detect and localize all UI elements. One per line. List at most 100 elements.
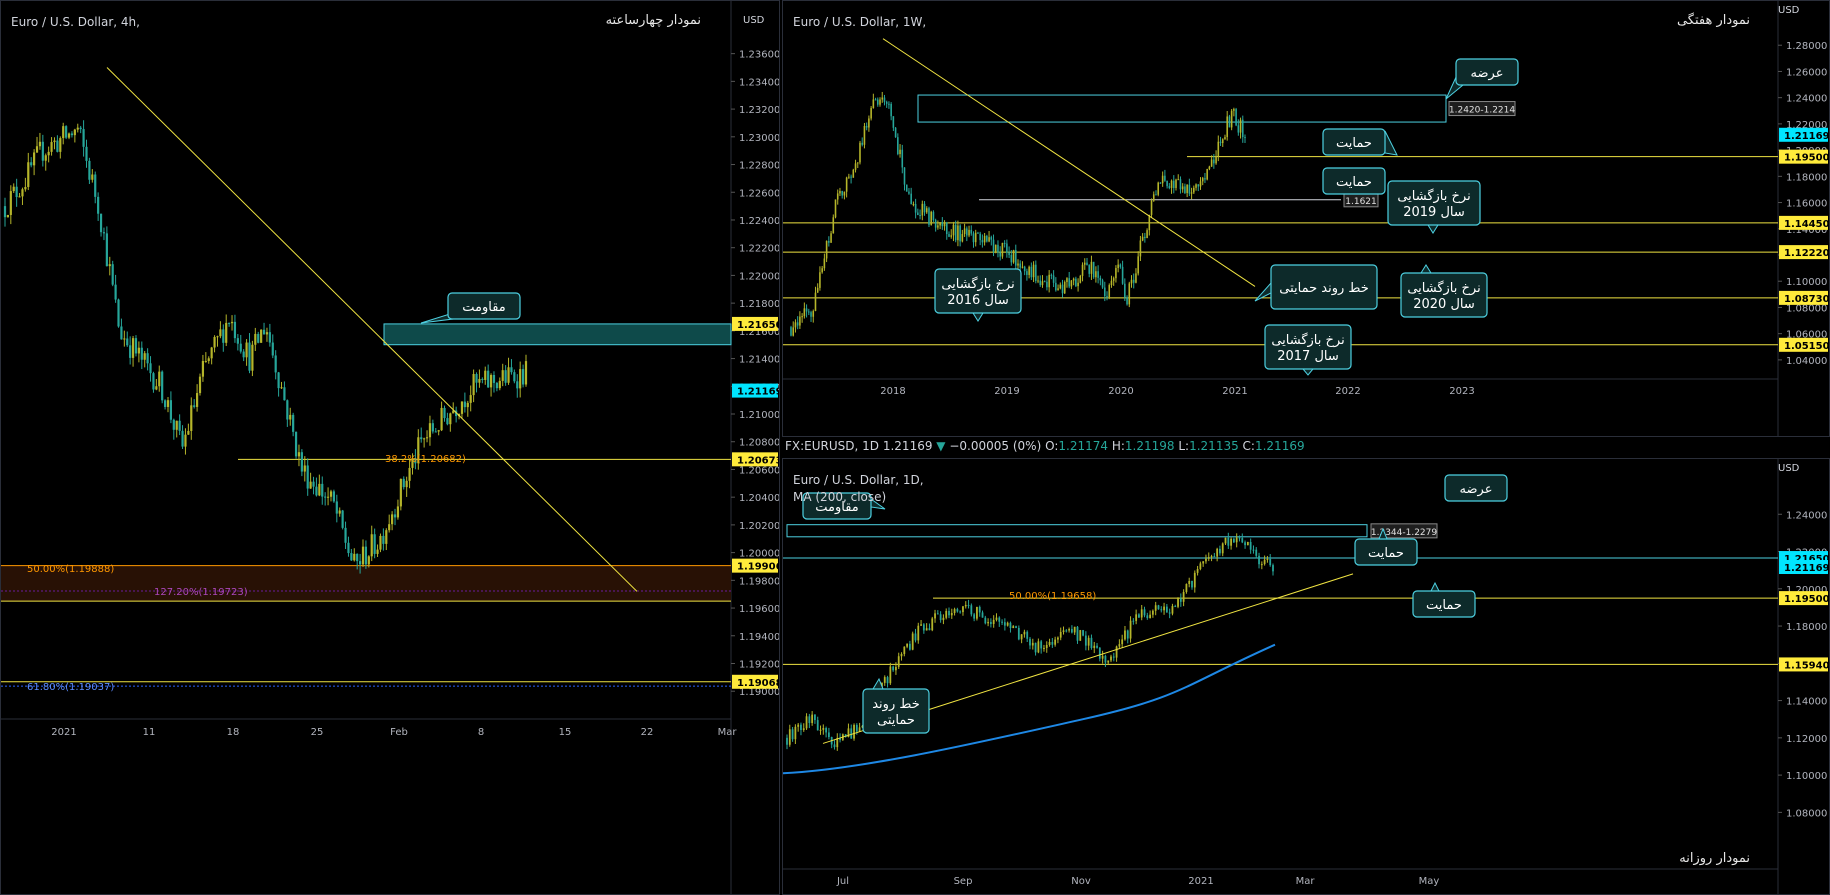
candle-body (105, 233, 108, 267)
candle-body (498, 380, 501, 389)
candle-body (190, 405, 193, 431)
candle-body (79, 127, 82, 130)
candle-body (1096, 645, 1098, 648)
callout-resistance: مقاومت (420, 292, 521, 324)
chart-panel-weekly[interactable]: 1.280001.260001.240001.220001.200001.180… (782, 0, 1830, 437)
candle-body (1213, 556, 1216, 558)
y-tick-label: 1.10000 (1786, 771, 1827, 782)
callout-text: مقاومت (462, 300, 506, 315)
candle-body (1177, 598, 1179, 607)
chart-daily-canvas[interactable]: 1.240001.220001.200001.180001.160001.140… (783, 459, 1829, 894)
candle-body (158, 371, 161, 387)
candle-body (1112, 278, 1115, 281)
candle-body (1093, 645, 1096, 648)
callout-pointer (1420, 264, 1432, 274)
candle-body (1138, 614, 1140, 618)
box-label-supply: 1.2420-1.2214 (1449, 106, 1516, 116)
candle-body (1117, 264, 1119, 269)
x-tick-label: May (1419, 876, 1440, 887)
candle-body (801, 316, 803, 318)
callout-support-2: حمایت (1322, 167, 1386, 195)
candle-body (816, 287, 819, 293)
y-tick-label: 1.20600 (739, 465, 779, 476)
candle-body (1152, 194, 1155, 201)
candle-body (210, 347, 213, 359)
candle-body (1010, 255, 1013, 263)
callout-open-2017: نرخ بازگشاییسال 2017 (1264, 324, 1352, 376)
chart-panel-daily[interactable]: 1.240001.220001.200001.180001.160001.140… (782, 458, 1830, 895)
candle-body (1244, 542, 1246, 546)
callout-text: خط روند حمایتی (1279, 281, 1369, 296)
candle-body (1012, 626, 1015, 629)
candle-body (408, 467, 411, 481)
candle-body (973, 614, 976, 619)
candle-body (928, 208, 930, 225)
candle-body (117, 299, 120, 327)
candle-body (1191, 580, 1193, 588)
candle-body (794, 726, 797, 740)
candle-body (1066, 278, 1068, 283)
candle-body (1051, 642, 1054, 645)
candle-body (876, 99, 879, 105)
candle-body (895, 666, 897, 671)
candle-body (198, 376, 202, 394)
candle-body (959, 611, 962, 613)
chart-4h-canvas[interactable]: 1.23600 1.23400 1.23200 1.23000 1.22800 1.226… (1, 1, 779, 894)
chart-weekly-canvas[interactable]: 1.280001.260001.240001.220001.200001.180… (783, 1, 1829, 436)
candle-body (970, 229, 973, 234)
y-tick-label: 1.08000 (1786, 303, 1827, 314)
candle-body (1199, 181, 1202, 187)
candle-body (1160, 609, 1163, 611)
x-tick-label: Sep (954, 876, 973, 887)
callout-open-2020: نرخ بازگشاییسال 2020 (1400, 264, 1488, 318)
candle-body (917, 212, 919, 215)
candle-body (850, 728, 853, 739)
candle-body (1132, 620, 1135, 622)
candle-body (799, 316, 801, 326)
header-symbol: FX:EURUSD, 1D (785, 439, 880, 453)
header-close: 1.21169 (1254, 439, 1305, 453)
price-label: 1.19906 (737, 562, 779, 573)
candle-body (6, 214, 10, 218)
candle-body (852, 169, 855, 178)
candle-body (952, 224, 955, 236)
x-tick-label: 2023 (1449, 386, 1474, 397)
candle-body (1232, 538, 1235, 543)
candle-body (257, 333, 260, 343)
candle-body (376, 549, 379, 554)
candle-body (1034, 642, 1037, 653)
callout-pointer (972, 312, 984, 322)
candle-body (981, 240, 984, 243)
candle-body (370, 534, 373, 557)
candle-body (823, 258, 826, 269)
candle-body (62, 126, 65, 139)
callout-support-1: حمایت (1322, 128, 1398, 156)
candle-body (196, 393, 199, 407)
candle-body (1035, 264, 1037, 281)
down-arrow-icon: ▼ (936, 439, 946, 453)
candle-body (976, 606, 978, 619)
candle-body (33, 152, 36, 166)
candle-body (41, 141, 44, 161)
candle-body (85, 146, 88, 161)
y-tick-label: 1.24000 (1786, 510, 1827, 521)
candle-body (388, 524, 391, 531)
candle-body (854, 163, 857, 170)
chart-panel-4h[interactable]: 1.23600 1.23400 1.23200 1.23000 1.22800 1.226… (0, 0, 780, 895)
resistance-zone (383, 323, 732, 346)
candle-body (120, 326, 123, 340)
candle-body (495, 382, 498, 389)
price-label: 1.19500 (1784, 153, 1829, 164)
candle-body (825, 240, 828, 259)
candle-body (863, 126, 866, 145)
candle-body (1139, 240, 1142, 257)
candle-body (1224, 537, 1227, 544)
y-tick-label: 1.12000 (1786, 734, 1827, 745)
candle-body (216, 336, 219, 338)
header-high: 1.21198 (1124, 439, 1175, 453)
candle-body (70, 133, 74, 136)
candle-body (1151, 610, 1154, 615)
x-tick-label: 2021 (1222, 386, 1247, 397)
x-tick-label: 15 (559, 727, 572, 738)
candle-body (1026, 271, 1028, 275)
